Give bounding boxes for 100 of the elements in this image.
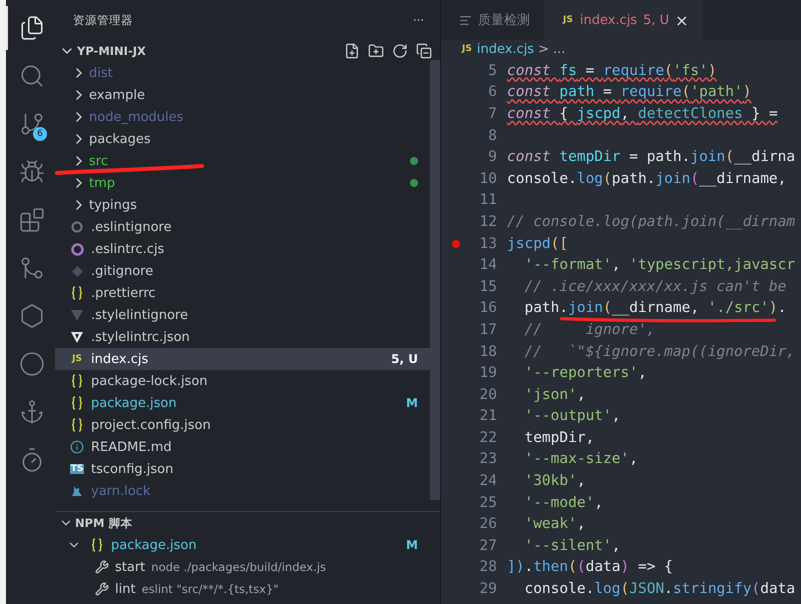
scrollbar[interactable] xyxy=(430,60,440,500)
code-line: path.join(__dirname, './src'). xyxy=(523,300,786,318)
file-name: .gitignore xyxy=(91,264,154,278)
tree-item[interactable]: src xyxy=(55,150,430,172)
file-name: src xyxy=(89,154,108,168)
tree-item[interactable]: README.md xyxy=(55,436,430,458)
line-number: 10 xyxy=(478,170,497,187)
collapse-icon[interactable] xyxy=(416,43,432,59)
code-line: '--output', xyxy=(523,408,620,426)
info-icon xyxy=(70,440,84,454)
line-number: 6 xyxy=(487,84,497,100)
section-title: NPM 脚本 xyxy=(75,516,133,530)
line-number: 17 xyxy=(478,322,497,338)
file-name: example xyxy=(89,88,145,102)
code-line: // console.log(path.join(__dirnam xyxy=(507,214,796,232)
tree-item[interactable]: packages xyxy=(55,128,430,150)
wrench-icon xyxy=(95,582,109,596)
file-name: .stylelintignore xyxy=(91,308,188,322)
code-line: jscpd([ xyxy=(507,236,568,254)
code-line: '--silent', xyxy=(523,538,620,556)
file-type-label: JS xyxy=(562,15,574,25)
new-file-icon[interactable] xyxy=(344,43,360,59)
tree-item[interactable]: .eslintrc.cjs xyxy=(55,238,430,260)
script-item[interactable]: lint eslint "src/**/*.{ts,tsx}" xyxy=(55,578,430,600)
line-number: 13 xyxy=(478,236,497,252)
breadcrumb-item[interactable]: index.cjs xyxy=(476,42,534,56)
code-line: const path = require('path') xyxy=(507,84,752,102)
merge-icon xyxy=(18,255,44,281)
close-button[interactable]: × xyxy=(675,10,689,30)
ring-icon xyxy=(71,221,83,233)
line-number: 8 xyxy=(487,128,497,144)
code-line: // `"${ignore.map((ignoreDir, xyxy=(523,344,796,362)
file-name: package.json xyxy=(111,538,197,552)
tree-item[interactable]: package-lock.json xyxy=(55,370,430,392)
tree-item[interactable]: .prettierrc xyxy=(55,282,430,304)
tree-item[interactable]: example xyxy=(55,84,430,106)
shield-icon xyxy=(71,331,83,343)
file-name: .stylelintrc.json xyxy=(91,330,190,344)
activity-button[interactable]: 6 xyxy=(6,102,55,146)
file-type-label: JS xyxy=(461,44,473,54)
file-name: packages xyxy=(89,132,151,146)
line-number: 7 xyxy=(487,106,497,122)
line-number: 21 xyxy=(478,408,497,424)
breadcrumb-separator: > xyxy=(538,42,549,56)
script-name: lint xyxy=(115,582,136,596)
anchor-icon xyxy=(18,399,44,425)
tree-item[interactable]: project.config.json xyxy=(55,414,430,436)
file-name: .eslintrc.cjs xyxy=(91,242,164,256)
tree-item[interactable]: package.json M xyxy=(55,392,430,414)
tree-item[interactable]: tmp xyxy=(55,172,430,194)
line-number: 18 xyxy=(478,344,497,360)
editor-tab[interactable]: JS index.cjs 5, U × xyxy=(544,0,703,40)
tree-item[interactable]: package.json M xyxy=(55,534,430,556)
files-icon xyxy=(18,15,44,41)
braces-icon xyxy=(71,286,83,300)
tree-item[interactable]: .eslintignore xyxy=(55,216,430,238)
code-line: const tempDir = path.join(__dirna xyxy=(507,149,796,168)
line-number: 29 xyxy=(478,581,497,598)
tree-item[interactable]: JS index.cjs 5, U xyxy=(55,348,430,370)
line-number: 11 xyxy=(478,192,497,208)
status-label: M xyxy=(406,538,418,552)
file-name: package.json xyxy=(91,396,177,410)
breakpoint-dot[interactable] xyxy=(452,240,460,248)
ring-icon xyxy=(70,242,84,256)
braces-icon xyxy=(71,396,83,410)
editor-tab[interactable]: 质量检测 xyxy=(441,0,544,40)
bug-icon xyxy=(18,159,44,185)
file-name: index.cjs xyxy=(91,352,148,366)
line-number: 19 xyxy=(478,365,497,382)
shield-icon xyxy=(71,309,83,321)
line-number: 26 xyxy=(478,516,497,532)
tree-item[interactable]: .stylelintignore xyxy=(55,304,430,326)
more-button[interactable]: ··· xyxy=(413,13,424,27)
code-line: ]).then((data) => { xyxy=(507,559,673,578)
hexagon-icon xyxy=(18,303,44,329)
line-number: 20 xyxy=(478,386,497,403)
line-number: 27 xyxy=(478,538,497,554)
file-name: tmp xyxy=(89,176,116,190)
code-line: console.log(path.join(__dirname, xyxy=(507,170,786,189)
line-number: 14 xyxy=(478,257,497,274)
code-line: // .ice/xxx/xxx/xx.js can't be xyxy=(523,278,786,297)
script-item[interactable]: start node ./packages/build/index.js xyxy=(55,556,430,578)
tree-item[interactable]: TS tsconfig.json xyxy=(55,458,430,480)
tab-label: index.cjs xyxy=(580,12,638,28)
wrench-icon xyxy=(95,560,109,574)
refresh-icon[interactable] xyxy=(392,43,408,59)
code-line: console.log(JSON.stringify(data xyxy=(523,581,796,600)
code-line: const fs = require('fs') xyxy=(507,62,717,81)
line-number: 24 xyxy=(478,473,497,490)
tree-item[interactable]: .stylelintrc.json xyxy=(55,326,430,348)
code-line: '30kb', xyxy=(523,473,586,492)
tree-item[interactable]: typings xyxy=(55,194,430,216)
tree-item[interactable]: .gitignore xyxy=(55,260,430,282)
count-badge: 6 xyxy=(33,127,47,141)
line-number: 12 xyxy=(478,214,497,230)
line-number: 22 xyxy=(478,430,497,446)
new-folder-icon[interactable] xyxy=(368,43,384,59)
folder-title: YP-MINI-JX xyxy=(77,44,146,58)
tab-label: 质量检测 xyxy=(478,12,530,29)
breadcrumb-item[interactable]: ... xyxy=(552,42,566,56)
